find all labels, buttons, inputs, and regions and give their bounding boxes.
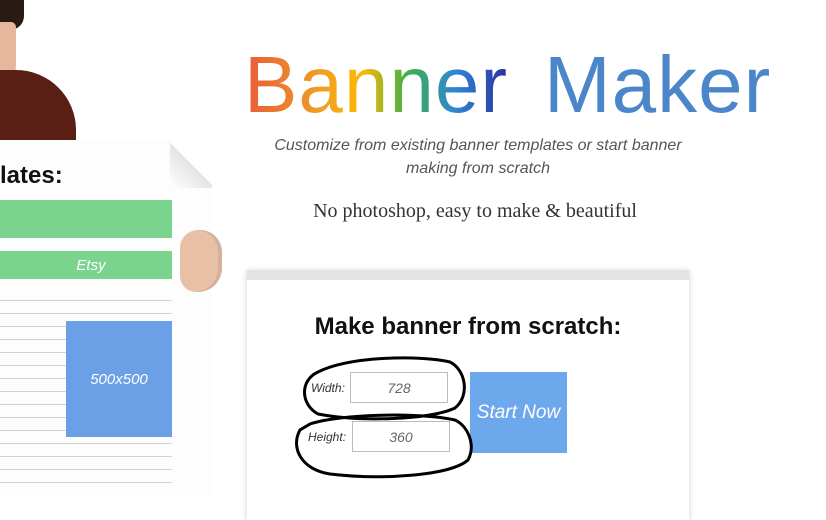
template-500x500-tile[interactable]: 500x500 bbox=[66, 321, 172, 437]
logo-banner-word: Banner bbox=[244, 40, 508, 129]
scratch-form-panel bbox=[247, 270, 689, 520]
template-500x500-label: 500x500 bbox=[90, 370, 148, 388]
height-label: Height: bbox=[308, 430, 347, 444]
banner-maker-logo: Banner Maker bbox=[244, 40, 771, 130]
templates-board-title: lates: bbox=[0, 162, 63, 189]
width-input[interactable] bbox=[350, 372, 448, 403]
template-green-banner[interactable] bbox=[0, 200, 172, 238]
person-hand bbox=[180, 230, 222, 292]
template-etsy-label: Etsy bbox=[76, 256, 106, 274]
board-page-curl bbox=[170, 140, 212, 188]
logo-maker-word: Maker bbox=[543, 40, 772, 129]
height-input[interactable] bbox=[352, 421, 450, 452]
page-subtitle: Customize from existing banner templates… bbox=[274, 137, 682, 177]
template-etsy-banner[interactable]: Etsy bbox=[0, 251, 172, 279]
start-now-button[interactable]: Start Now bbox=[470, 372, 567, 453]
page-tagline: No photoshop, easy to make & beautiful bbox=[313, 200, 637, 222]
width-label: Width: bbox=[311, 381, 345, 395]
scratch-form-title: Make banner from scratch: bbox=[314, 313, 622, 340]
